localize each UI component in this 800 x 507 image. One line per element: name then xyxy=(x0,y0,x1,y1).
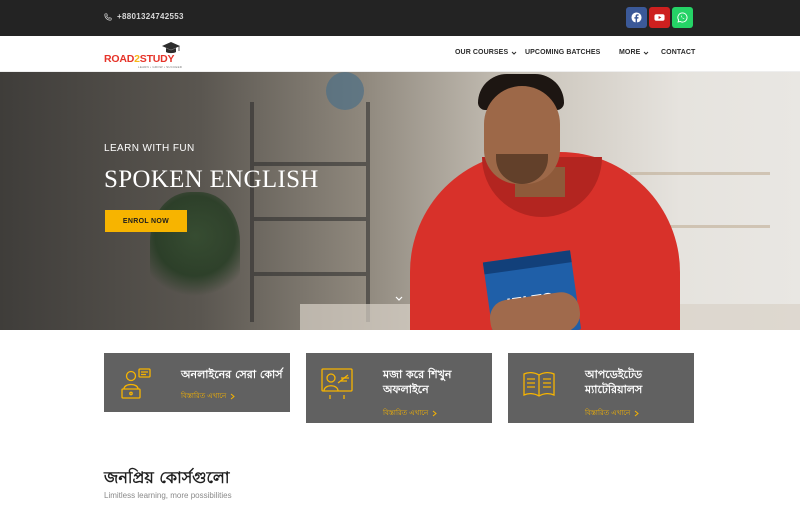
hero-bg-plant xyxy=(150,192,240,302)
phone-number: +8801324742553 xyxy=(117,12,184,21)
feature-card-title-line1: আপডেইটেড xyxy=(585,368,643,381)
chevron-right-icon xyxy=(230,393,236,399)
youtube-icon xyxy=(654,14,665,21)
feature-card-online[interactable]: অনলাইনের সেরা কোর্স বিস্তারিত এখানে xyxy=(104,353,290,412)
open-book-icon xyxy=(523,371,555,397)
facebook-icon xyxy=(631,12,642,23)
enrol-now-button[interactable]: ENROL NOW xyxy=(105,210,187,232)
chevron-down-icon xyxy=(511,51,517,55)
nav-upcoming-batches-label: UPCOMING BATCHES xyxy=(525,49,601,56)
nav-our-courses[interactable]: OUR COURSES xyxy=(455,49,517,56)
details-link-label: বিস্তারিত এখানে xyxy=(181,392,227,400)
online-learning-icon xyxy=(121,368,151,399)
hero-kicker: LEARN WITH FUN xyxy=(104,143,195,154)
nav-our-courses-label: OUR COURSES xyxy=(455,49,509,56)
details-link[interactable]: বিস্তারিত এখানে xyxy=(585,407,640,419)
youtube-button[interactable] xyxy=(649,7,670,28)
top-bar: +8801324742553 xyxy=(0,0,800,36)
phone-contact[interactable]: +8801324742553 xyxy=(104,12,184,21)
nav-more-label: MORE xyxy=(619,49,641,56)
feature-card-title: আপডেইটেড ম্যাটেরিয়ালস xyxy=(585,367,642,397)
hero-banner: IELTS LEARN WITH FUN SPOKEN ENGLISH ENRO… xyxy=(0,72,800,330)
nav-contact[interactable]: CONTACT xyxy=(661,49,695,56)
whatsapp-button[interactable] xyxy=(672,7,693,28)
feature-card-title: অনলাইনের সেরা কোর্স xyxy=(181,368,283,381)
chevron-right-icon xyxy=(432,410,438,416)
feature-card-title: মজা করে শিখুন অফলাইনে xyxy=(383,367,451,397)
popular-courses-subtitle: Limitless learning, more possibilities xyxy=(104,491,232,500)
main-header: ROAD2STUDY LEARN • GROW • SUCCEED OUR CO… xyxy=(0,36,800,72)
chevron-right-icon xyxy=(634,410,640,416)
nav-more[interactable]: MORE xyxy=(619,49,649,56)
details-link-label: বিস্তারিত এখানে xyxy=(383,409,429,417)
feature-card-materials[interactable]: আপডেইটেড ম্যাটেরিয়ালস বিস্তারিত এখানে xyxy=(508,353,694,423)
details-link[interactable]: বিস্তারিত এখানে xyxy=(383,407,438,419)
feature-card-title-line2: অফলাইনে xyxy=(383,383,429,396)
whatsapp-icon xyxy=(677,12,688,23)
nav-contact-label: CONTACT xyxy=(661,49,696,56)
facebook-button[interactable] xyxy=(626,7,647,28)
logo-tagline: LEARN • GROW • SUCCEED xyxy=(138,65,183,69)
popular-courses-heading: জনপ্রিয় কোর্সগুলো xyxy=(104,468,230,487)
hero-instructor-photo: IELTS xyxy=(400,72,690,330)
road2study-logo[interactable]: ROAD2STUDY LEARN • GROW • SUCCEED xyxy=(104,41,184,69)
nav-upcoming-batches[interactable]: UPCOMING BATCHES xyxy=(525,49,600,56)
hero-title: SPOKEN ENGLISH xyxy=(104,166,319,193)
chevron-down-icon xyxy=(644,51,649,55)
details-link[interactable]: বিস্তারিত এখানে xyxy=(181,390,236,402)
logo-wordmark: ROAD2STUDY xyxy=(104,53,175,65)
feature-card-offline[interactable]: মজা করে শিখুন অফলাইনে বিস্তারিত এখানে xyxy=(306,353,492,423)
hero-bg-bookshelf xyxy=(250,102,370,322)
details-link-label: বিস্তারিত এখানে xyxy=(585,409,631,417)
feature-card-title-line2: ম্যাটেরিয়ালস xyxy=(585,383,643,396)
classroom-teacher-icon xyxy=(321,368,353,399)
feature-card-title-line1: মজা করে শিখুন xyxy=(383,368,452,381)
phone-icon xyxy=(104,12,112,21)
scroll-down-icon[interactable] xyxy=(394,294,404,304)
